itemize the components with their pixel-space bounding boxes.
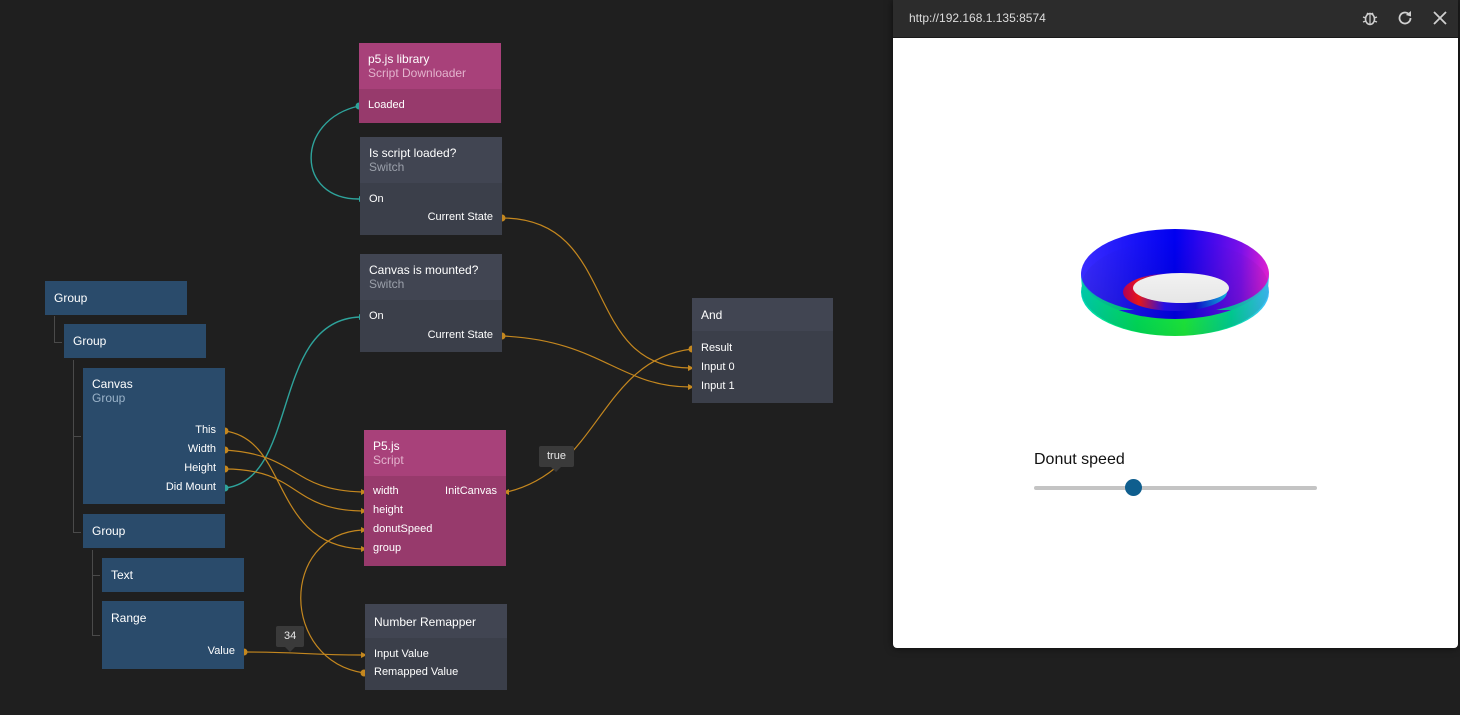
tree-line: [73, 532, 81, 533]
port-on[interactable]: On: [369, 193, 384, 206]
port-did-mount[interactable]: Did Mount: [166, 481, 216, 494]
port-this[interactable]: This: [195, 424, 216, 437]
node-title: P5.js: [373, 439, 400, 453]
donut-render: [1081, 229, 1269, 336]
port-height[interactable]: Height: [184, 462, 216, 475]
wire-state-to-input0: [501, 217, 691, 369]
port-value[interactable]: Value: [208, 645, 235, 658]
preview-window[interactable]: http://192.168.1.135:8574 Donut speed: [893, 0, 1458, 648]
node-title: Group: [73, 334, 107, 348]
node-subtitle: Group: [92, 391, 126, 405]
port-height[interactable]: height: [373, 504, 403, 517]
node-title: Text: [111, 568, 134, 582]
node-title: Group: [92, 524, 126, 538]
port-loaded[interactable]: Loaded: [368, 99, 405, 112]
node-group-root[interactable]: Group: [45, 281, 187, 315]
port-remapped-value[interactable]: Remapped Value: [374, 666, 458, 679]
port-on[interactable]: On: [369, 310, 384, 323]
node-is-script-loaded[interactable]: Is script loaded? Switch On Current Stat…: [360, 137, 502, 235]
tree-line: [54, 316, 55, 342]
node-group-ui[interactable]: Group: [83, 514, 225, 548]
wire-remapped-to-donutspeed: [300, 529, 365, 674]
port-width[interactable]: Width: [188, 443, 216, 456]
port-current-state[interactable]: Current State: [428, 329, 493, 342]
node-and[interactable]: And Result Input 0 Input 1: [692, 298, 833, 403]
preview-titlebar: http://192.168.1.135:8574: [893, 0, 1458, 38]
preview-url[interactable]: http://192.168.1.135:8574: [909, 11, 1046, 25]
node-title: Canvas: [92, 377, 133, 391]
refresh-icon[interactable]: [1395, 8, 1415, 28]
bug-icon[interactable]: [1360, 8, 1380, 28]
tree-line: [73, 436, 81, 437]
donut-speed-slider-thumb[interactable]: [1125, 479, 1143, 496]
wire-loaded-to-on: [310, 105, 361, 200]
node-title: Group: [54, 291, 88, 305]
port-input-value[interactable]: Input Value: [374, 648, 429, 661]
node-title: And: [701, 308, 723, 322]
node-subtitle: Switch: [369, 277, 405, 291]
donut-speed-slider[interactable]: [1034, 486, 1317, 490]
port-donut-speed[interactable]: donutSpeed: [373, 523, 432, 536]
node-p5js-script[interactable]: P5.js Script width InitCanvas height don…: [364, 430, 506, 566]
node-title: p5.js library: [368, 52, 430, 66]
node-title: Range: [111, 611, 147, 625]
node-title: Number Remapper: [374, 615, 477, 629]
wire-result-to-initcanvas: [506, 348, 693, 493]
node-title: Canvas is mounted?: [369, 263, 479, 277]
node-subtitle: Script: [373, 453, 404, 467]
port-result[interactable]: Result: [701, 342, 732, 355]
node-canvas-is-mounted[interactable]: Canvas is mounted? Switch On Current Sta…: [360, 254, 502, 352]
value-bubble-range: 34: [276, 626, 305, 652]
donut-speed-label: Donut speed: [1034, 451, 1125, 468]
port-input-0[interactable]: Input 0: [701, 361, 735, 374]
node-title: Is script loaded?: [369, 146, 457, 160]
wire-width-to-width: [224, 449, 363, 493]
node-p5-library[interactable]: p5.js library Script Downloader Loaded: [359, 43, 501, 123]
value-bubble-true: true: [539, 446, 574, 472]
port-width[interactable]: width: [373, 485, 399, 498]
tree-line: [54, 342, 62, 343]
node-range[interactable]: Range Value: [102, 601, 244, 669]
port-group[interactable]: group: [373, 542, 401, 555]
wire-didmount-to-on: [224, 316, 361, 489]
port-current-state[interactable]: Current State: [428, 211, 493, 224]
tree-line: [73, 360, 74, 532]
node-number-remapper[interactable]: Number Remapper Input Value Remapped Val…: [365, 604, 507, 690]
close-icon[interactable]: [1430, 8, 1450, 28]
node-group-child[interactable]: Group: [64, 324, 206, 358]
node-text[interactable]: Text: [102, 558, 244, 592]
node-canvas[interactable]: Canvas Group This Width Height Did Mount: [83, 368, 225, 504]
tree-line: [92, 550, 93, 636]
wire-state2-to-input1: [501, 335, 691, 388]
wire-value-to-input: [243, 651, 363, 656]
port-init-canvas[interactable]: InitCanvas: [445, 485, 497, 498]
port-input-1[interactable]: Input 1: [701, 380, 735, 393]
tree-line: [92, 575, 100, 576]
node-subtitle: Switch: [369, 160, 405, 174]
tree-line: [92, 635, 100, 636]
node-subtitle: Script Downloader: [368, 66, 467, 80]
